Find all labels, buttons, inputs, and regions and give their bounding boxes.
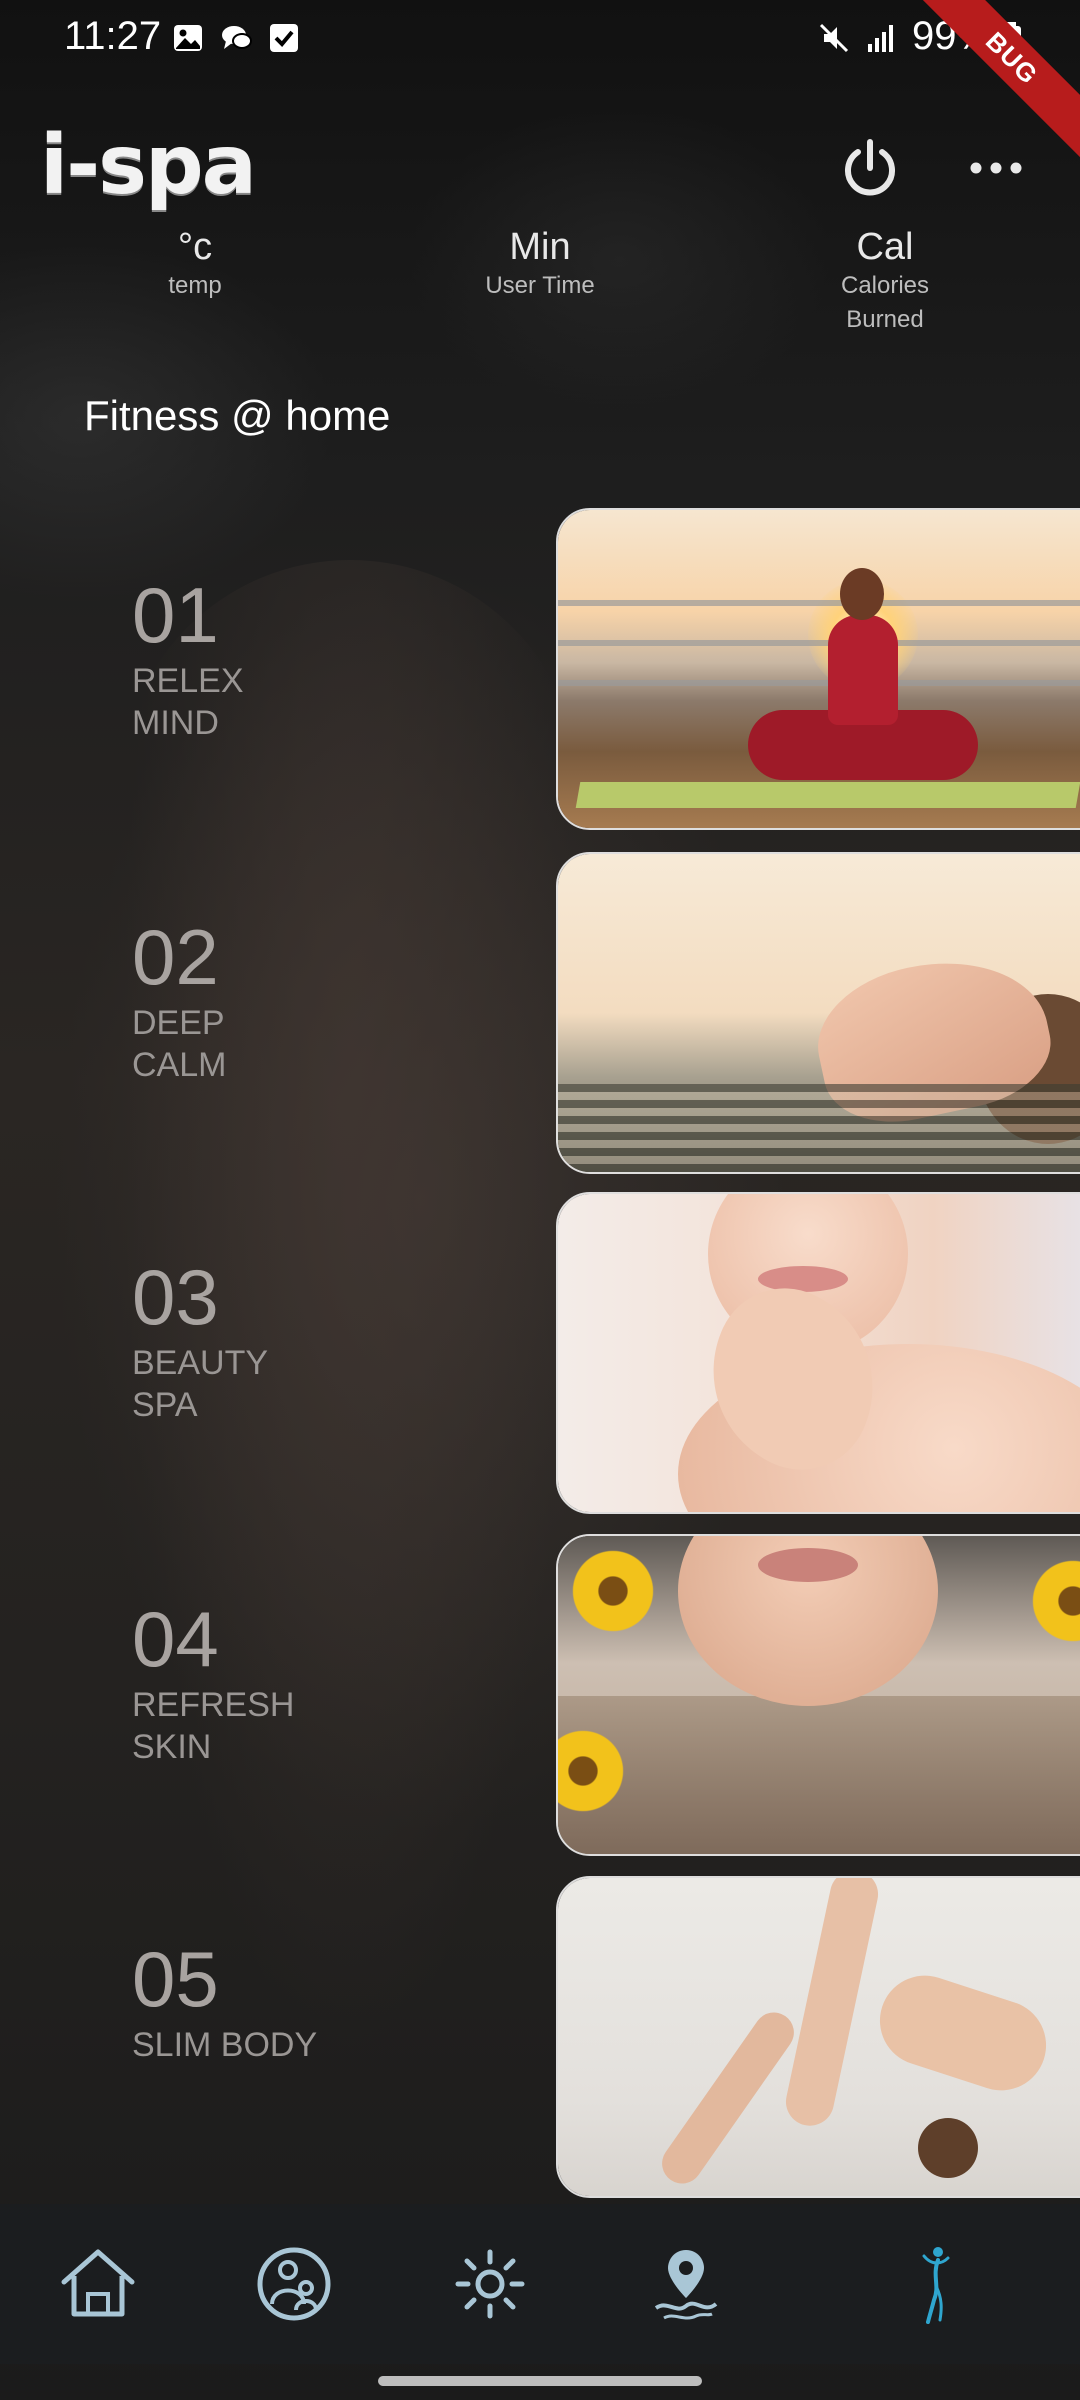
item-label-05: SLIM BODY [132, 2024, 432, 2066]
calories-label-line1: Calories [840, 272, 930, 299]
checkbox-icon [270, 24, 298, 52]
more-horizontal-icon[interactable] [966, 150, 1026, 186]
item-label-line1: DEEP [132, 1004, 225, 1042]
calories-value: Cal [856, 226, 914, 268]
signal-icon [868, 25, 893, 52]
item-number-01: 01 [132, 571, 219, 659]
item-label-line2: SPA [132, 1386, 198, 1424]
sun-icon [455, 2249, 525, 2319]
home-icon [61, 2249, 135, 2317]
power-icon[interactable] [838, 136, 902, 200]
chat-bubbles-icon [222, 26, 252, 49]
mute-icon [819, 23, 849, 53]
refresh-skin-card[interactable] [556, 1534, 1080, 1856]
nav-location[interactable] [644, 2242, 728, 2326]
status-time: 11:27 [64, 14, 162, 58]
nav-family[interactable] [252, 2242, 336, 2326]
item-label-01: RELEX MIND [132, 660, 432, 744]
body-figure-icon [922, 2247, 950, 2324]
item-label-line1: SLIM BODY [132, 2026, 318, 2064]
item-label-line1: BEAUTY [132, 1344, 269, 1382]
user-time-value: Min [509, 226, 571, 268]
app-logo: i-spa [40, 118, 257, 213]
temp-stat: °c temp [120, 226, 270, 303]
refresh-skin-image [558, 1536, 1080, 1854]
home-indicator[interactable] [378, 2376, 702, 2386]
family-icon [257, 2247, 331, 2321]
calories-stat: Cal Calories Burned [800, 226, 970, 337]
gallery-icon [174, 25, 202, 51]
item-label-02: DEEP CALM [132, 1002, 432, 1086]
item-label-line1: RELEX [132, 662, 244, 700]
location-water-icon [654, 2250, 718, 2320]
temp-value: °c [177, 226, 213, 268]
user-time-label: User Time [485, 272, 595, 299]
relax-mind-card[interactable] [556, 508, 1080, 830]
beauty-spa-card[interactable] [556, 1192, 1080, 1514]
yoga-image [558, 510, 1080, 828]
item-number-04: 04 [132, 1595, 219, 1683]
nav-light[interactable] [448, 2242, 532, 2326]
deep-calm-card[interactable] [556, 852, 1080, 1174]
section-title: Fitness @ home [84, 392, 391, 439]
bottom-navigation [0, 2204, 1080, 2364]
beauty-image [558, 1194, 1080, 1512]
item-label-03: BEAUTY SPA [132, 1342, 432, 1426]
slim-body-card[interactable] [556, 1876, 1080, 2198]
item-label-line2: MIND [132, 704, 219, 742]
temp-label: temp [168, 272, 222, 299]
item-number-05: 05 [132, 1935, 219, 2023]
nav-body[interactable] [892, 2242, 976, 2326]
nav-home[interactable] [56, 2242, 140, 2326]
user-time-stat: Min User Time [440, 226, 640, 303]
item-label-line2: CALM [132, 1046, 227, 1084]
water-face-image [558, 854, 1080, 1172]
item-number-02: 02 [132, 913, 219, 1001]
item-number-03: 03 [132, 1253, 219, 1341]
calories-label-line2: Burned [846, 306, 924, 333]
item-label-line1: REFRESH [132, 1686, 295, 1724]
item-label-line2: SKIN [132, 1728, 212, 1766]
status-bar: 11:27 99% BUG [0, 0, 1080, 166]
item-label-04: REFRESH SKIN [132, 1684, 432, 1768]
slim-body-image [558, 1878, 1080, 2196]
